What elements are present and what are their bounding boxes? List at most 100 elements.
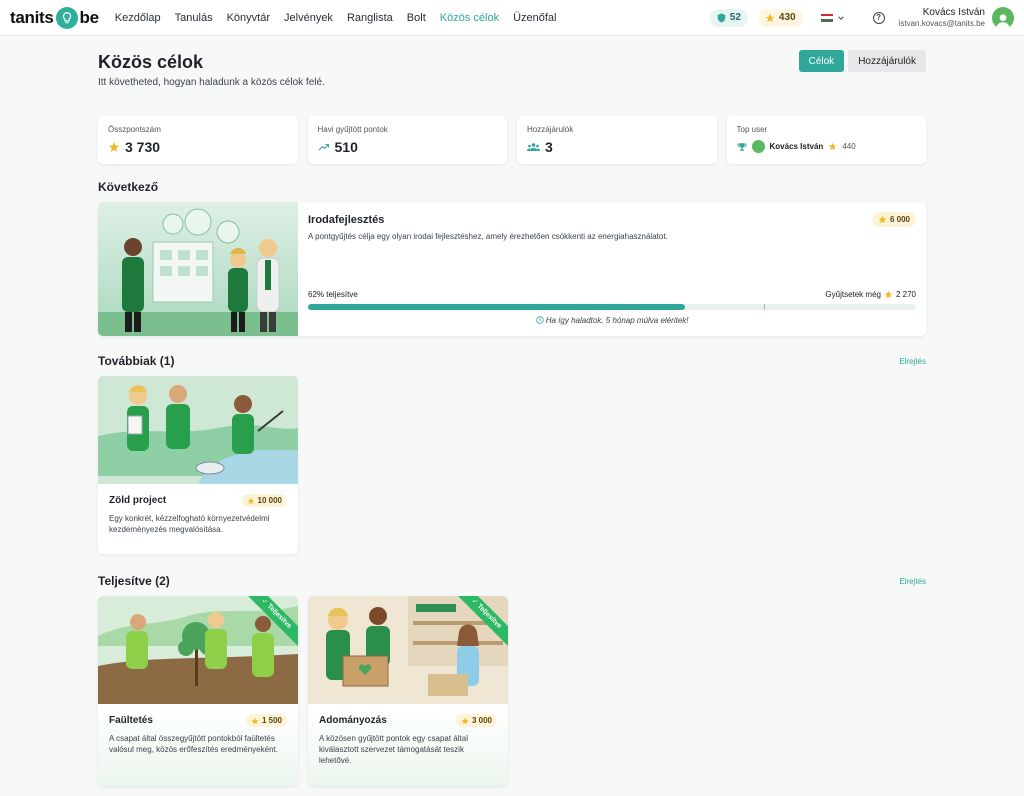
eta-text: Ha így haladtok, 5 hónap múlva eléritek! <box>308 316 916 325</box>
progress-label: 62% teljesítve <box>308 290 358 299</box>
goal-card-green-project[interactable]: Zöld project 10 000 Egy konkrét, kézzelf… <box>98 376 298 554</box>
page-subtitle: Itt követheted, hogyan haladunk a közös … <box>98 77 325 88</box>
shield-icon <box>717 13 726 22</box>
nav-shop[interactable]: Bolt <box>407 12 426 24</box>
star-icon <box>109 142 119 152</box>
goal-points: 6 000 <box>889 215 910 224</box>
user-email: istvan.kovacs@tanits.be <box>898 18 985 28</box>
section-title-upcoming: Továbbiak (1) <box>98 354 175 368</box>
star-icon <box>878 215 887 224</box>
goal-title: Zöld project <box>109 495 167 506</box>
nav-library[interactable]: Könyvtár <box>227 12 270 24</box>
progress-fill <box>308 304 685 310</box>
contributors-button[interactable]: Hozzájárulók <box>848 50 926 72</box>
nav-message-board[interactable]: Üzenőfal <box>513 12 556 24</box>
goal-points: 3 000 <box>471 716 492 725</box>
star-icon <box>251 717 259 724</box>
completed-ribbon: ✓ Teljesítve <box>456 596 508 648</box>
ribbon-text: Teljesítve <box>475 602 503 630</box>
avatar[interactable] <box>992 6 1014 29</box>
nav-learning[interactable]: Tanulás <box>175 12 213 24</box>
goal-title: Faültetés <box>109 715 153 726</box>
nav-badges[interactable]: Jelvények <box>284 12 333 24</box>
star-icon <box>461 717 469 724</box>
top-user-name: Kovács István <box>769 142 824 151</box>
goal-title: Adományozás <box>319 715 387 726</box>
stat-label: Top user <box>736 125 768 134</box>
trophy-icon <box>736 142 747 151</box>
lightbulb-icon <box>55 6 78 29</box>
star-icon <box>247 497 254 504</box>
nav-home[interactable]: Kezdőlap <box>115 12 161 24</box>
goal-description: Egy konkrét, kézzelfogható környezetvéde… <box>109 514 270 534</box>
chevron-down-icon <box>837 15 844 20</box>
stat-label: Összpontszám <box>108 125 161 134</box>
stat-total-points: Összpontszám 3 730 <box>98 116 298 164</box>
next-goal-card[interactable]: Irodafejlesztés 6 000 A pontgyűjtés célj… <box>98 202 926 336</box>
star-count-badge[interactable]: 430 <box>757 8 803 27</box>
points-badge: 6 000 <box>871 212 916 227</box>
stat-label: Havi gyűjtött pontok <box>317 125 388 134</box>
section-title-next: Következő <box>98 180 159 194</box>
shield-count-badge[interactable]: 52 <box>709 8 748 27</box>
clock-icon <box>535 316 544 324</box>
ribbon-text: Teljesítve <box>265 602 293 630</box>
brand-right: be <box>79 7 100 27</box>
ribbon-label: ✓ Teljesítve <box>456 596 508 648</box>
stat-label: Hozzájárulók <box>527 125 574 134</box>
goal-description: A közösen gyűjtött pontok egy csapat ált… <box>319 734 468 765</box>
progress-marker <box>764 304 765 310</box>
goal-card-donation[interactable]: ✓ Teljesítve Adományozás 3 000 A közösen… <box>308 596 508 786</box>
goal-description: A pontgyűjtés célja egy olyan irodai fej… <box>308 232 668 241</box>
goal-points: 1 500 <box>261 716 282 725</box>
nav-leaderboard[interactable]: Ranglista <box>347 12 393 24</box>
users-icon <box>527 143 540 151</box>
language-selector[interactable] <box>820 13 845 22</box>
star-count: 430 <box>778 12 796 23</box>
hide-upcoming-link[interactable]: Elrejtés <box>899 357 926 366</box>
stat-value: 3 730 <box>125 139 161 155</box>
top-navigation: tanits be Kezdőlap Tanulás Könyvtár Jelv… <box>0 0 1024 36</box>
remaining-points: 2 270 <box>895 290 916 299</box>
user-icon <box>996 13 1010 29</box>
goal-points: 10 000 <box>257 496 282 505</box>
trending-up-icon <box>318 143 329 151</box>
ribbon-label: ✓ Teljesítve <box>246 596 298 648</box>
remaining-label: Gyűjtsetek még <box>825 290 881 299</box>
nav-common-goals[interactable]: Közös célok <box>440 12 499 24</box>
section-title-completed: Teljesítve (2) <box>98 574 170 588</box>
user-info[interactable]: Kovács István istvan.kovacs@tanits.be <box>899 7 985 28</box>
top-user-points: 440 <box>842 142 856 151</box>
completed-ribbon: ✓ Teljesítve <box>246 596 298 648</box>
help-icon[interactable]: ? <box>872 11 885 24</box>
star-icon <box>829 142 837 151</box>
hungarian-flag-icon <box>820 13 833 22</box>
goals-button[interactable]: Célok <box>798 50 845 72</box>
shield-count: 52 <box>729 12 741 23</box>
green-project-illustration <box>98 376 298 484</box>
hide-completed-link[interactable]: Elrejtés <box>899 577 926 586</box>
points-badge: 1 500 <box>245 714 287 727</box>
user-name: Kovács István <box>922 7 985 19</box>
points-badge: 10 000 <box>241 494 287 507</box>
goal-title: Irodafejlesztés <box>308 214 385 226</box>
main-nav: Kezdőlap Tanulás Könyvtár Jelvények Rang… <box>115 12 557 24</box>
main-content: Közös célok Itt követheted, hogyan halad… <box>98 50 926 786</box>
stat-value: 3 <box>545 139 553 155</box>
stat-contributors: Hozzájárulók 3 <box>517 116 717 164</box>
points-badge: 3 000 <box>455 714 497 727</box>
goal-card-tree-planting[interactable]: ✓ Teljesítve Faültetés 1 500 A csapat ál… <box>98 596 298 786</box>
stat-monthly-points: Havi gyűjtött pontok 510 <box>307 116 507 164</box>
office-illustration <box>98 202 298 336</box>
goal-description: A csapat által összegyűjtött pontokból f… <box>109 734 278 754</box>
progress-bar <box>308 304 916 310</box>
page-title: Közös célok <box>98 52 204 72</box>
eta-label: Ha így haladtok, 5 hónap múlva eléritek! <box>545 316 689 325</box>
star-icon <box>765 13 775 22</box>
stat-top-user: Top user Kovács István 440 <box>726 116 926 164</box>
brand-logo[interactable]: tanits be <box>10 6 100 29</box>
star-icon <box>884 290 893 299</box>
avatar <box>751 140 765 153</box>
brand-left: tanits <box>10 7 54 27</box>
stat-value: 510 <box>334 139 358 155</box>
